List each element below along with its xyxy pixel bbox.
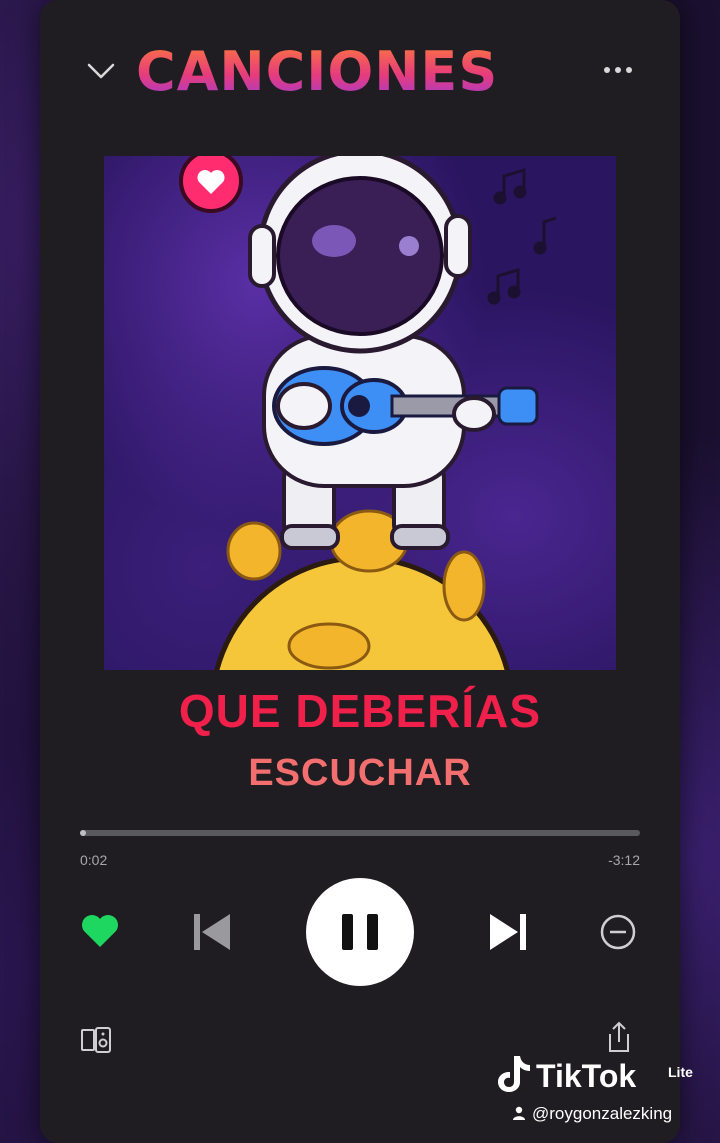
- share-icon[interactable]: [604, 1020, 634, 1054]
- song-title-line1: QUE DEBERÍAS: [178, 685, 542, 737]
- connect-device-icon[interactable]: [80, 1026, 114, 1054]
- next-track-icon[interactable]: [486, 910, 530, 954]
- progress-fill: [80, 830, 86, 836]
- progress-bar[interactable]: [80, 830, 640, 836]
- more-options-icon[interactable]: [600, 58, 636, 82]
- chevron-down-icon[interactable]: [86, 56, 116, 86]
- tiktok-lite-label: Lite: [668, 1064, 693, 1080]
- page-title: CANCIONES: [136, 40, 499, 103]
- remaining-time: -3:12: [608, 852, 640, 868]
- username-text: @roygonzalezking: [532, 1104, 673, 1123]
- hide-song-icon[interactable]: [598, 912, 638, 952]
- album-art: [104, 156, 616, 670]
- username: @roygonzalezking: [512, 1104, 672, 1124]
- music-note-icon: [487, 167, 557, 305]
- heart-icon[interactable]: [80, 914, 120, 950]
- tiktok-logo-icon: [498, 1056, 530, 1092]
- previous-track-icon[interactable]: [190, 910, 234, 954]
- tiktok-brand-text: TikTok: [536, 1058, 637, 1094]
- heart-bubble-icon: [179, 156, 243, 213]
- pause-icon: [342, 914, 378, 950]
- elapsed-time: 0:02: [80, 852, 108, 868]
- song-title-line2: ESCUCHAR: [248, 752, 472, 794]
- user-icon: [513, 1106, 525, 1120]
- pause-button[interactable]: [306, 878, 414, 986]
